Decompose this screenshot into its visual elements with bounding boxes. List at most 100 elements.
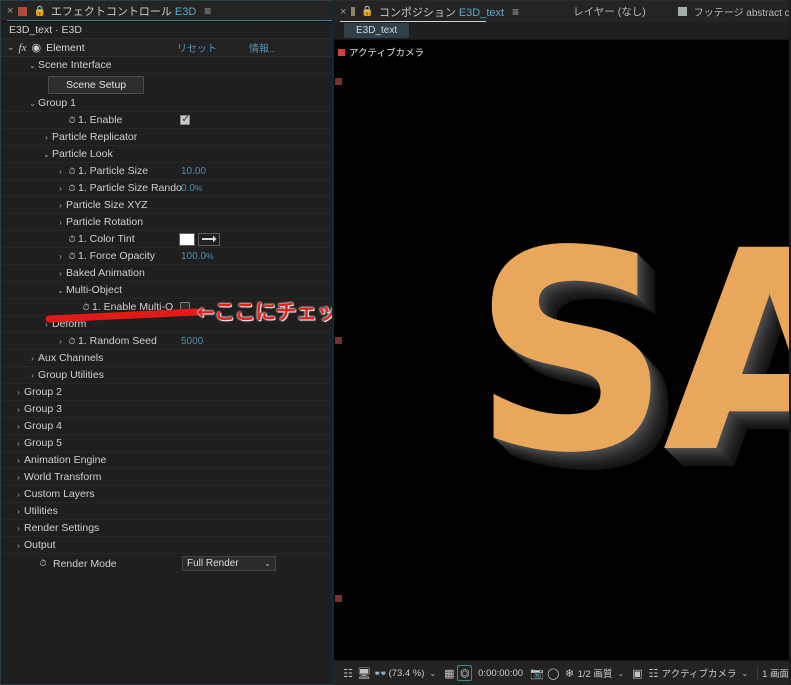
zoom-level[interactable]: (73.4 %) [389, 668, 425, 679]
chevron-right-icon[interactable]: › [27, 371, 38, 380]
property-row[interactable]: › Utilities [1, 503, 332, 520]
property-row[interactable]: › Animation Engine [1, 452, 332, 469]
stopwatch-icon[interactable]: ⏱ [66, 234, 78, 245]
view-layout-value[interactable]: 1 画面 [762, 666, 789, 680]
show-snapshot-icon[interactable]: ◯ [545, 664, 561, 683]
chevron-right-icon[interactable]: › [13, 490, 24, 499]
property-row[interactable]: › Group 2 [1, 384, 332, 401]
stopwatch-icon[interactable]: ⏱ [66, 166, 78, 177]
stopwatch-icon[interactable]: ⏱ [66, 183, 78, 194]
chevron-down-icon[interactable]: ⌄ [55, 286, 66, 295]
close-icon[interactable]: × [7, 5, 13, 17]
property-row[interactable]: › Group 4 [1, 418, 332, 435]
color-swatch[interactable] [179, 232, 195, 246]
property-row[interactable]: › Baked Animation [1, 265, 332, 282]
effect-controls-title[interactable]: エフェクトコントロール E3D [51, 3, 196, 19]
close-icon[interactable]: × [340, 6, 346, 18]
chevron-down-icon[interactable]: ⌄ [7, 42, 15, 53]
chevron-right-icon[interactable]: › [55, 218, 66, 227]
snapshot-icon[interactable]: 📷 [529, 664, 545, 683]
chevron-right-icon[interactable]: › [13, 388, 24, 397]
property-row[interactable]: ⏱ 1. Enable [1, 112, 332, 129]
comp-flowchart-icon[interactable]: ☷ [645, 664, 661, 683]
property-row[interactable]: › Output [1, 537, 332, 554]
layer-tab[interactable]: レイヤー (なし) [573, 4, 646, 19]
panel-menu-icon[interactable]: ≡ [512, 5, 519, 19]
region-of-interest-icon[interactable]: ⏣ [457, 665, 473, 681]
property-value[interactable]: 0.0% [181, 183, 202, 194]
channel-rgb-icon[interactable]: ❄ [561, 664, 577, 683]
stopwatch-icon[interactable]: ⏱ [37, 558, 49, 569]
property-row[interactable]: ⏱ 1. Color Tint [1, 231, 332, 248]
stopwatch-icon[interactable]: ⏱ [66, 251, 78, 262]
stopwatch-icon[interactable]: ⏱ [80, 302, 92, 313]
camera-view-value[interactable]: アクティブカメラ [662, 666, 737, 680]
scene-setup-button[interactable]: Scene Setup [48, 75, 145, 94]
reset-button[interactable]: リセット [177, 40, 217, 55]
chevron-right-icon[interactable]: › [13, 405, 24, 414]
property-row[interactable]: › Aux Channels [1, 350, 332, 367]
timecode[interactable]: 0:00:00:00 [478, 668, 523, 679]
eyedropper-icon[interactable] [198, 232, 220, 246]
chevron-right-icon[interactable]: › [55, 269, 66, 278]
transparency-grid-icon[interactable]: ▣ [629, 664, 645, 683]
chevron-down-icon[interactable]: ⌄ [617, 669, 624, 678]
monitor-icon[interactable]: 🖥 [356, 664, 372, 683]
viewport[interactable]: アクティブカメラ SA [334, 40, 789, 660]
footage-tab[interactable]: フッテージ abstract colorful powder flowing t… [694, 4, 789, 19]
property-row[interactable]: ⌄ Particle Look [1, 146, 332, 163]
chevron-right-icon[interactable]: › [55, 201, 66, 210]
chevron-right-icon[interactable]: › [13, 439, 24, 448]
chevron-right-icon[interactable]: › [55, 337, 66, 346]
chevron-right-icon[interactable]: › [13, 507, 24, 516]
chevron-down-icon[interactable]: ⌄ [41, 150, 52, 159]
chevron-right-icon[interactable]: › [13, 456, 24, 465]
property-value[interactable]: 100.0% [181, 251, 214, 262]
chevron-right-icon[interactable]: › [41, 320, 52, 329]
chevron-right-icon[interactable]: › [55, 252, 66, 261]
comp-subtab-e3d-text[interactable]: E3D_text [344, 23, 410, 38]
chevron-right-icon[interactable]: › [27, 354, 38, 363]
lock-icon[interactable]: 🔒 [33, 6, 45, 17]
render-mode-select[interactable]: Full Render ⌄ [182, 556, 276, 571]
property-row[interactable]: › Render Settings [1, 520, 332, 537]
stopwatch-icon[interactable]: ⏱ [66, 115, 78, 126]
grid-guides-icon[interactable]: ▦ [441, 664, 457, 683]
chevron-right-icon[interactable]: › [55, 167, 66, 176]
3d-glasses-icon[interactable]: 👓 [372, 664, 388, 683]
chevron-down-icon[interactable]: ⌄ [429, 669, 436, 678]
panel-menu-icon[interactable]: ≡ [204, 4, 211, 18]
chevron-down-icon[interactable]: ⌄ [742, 669, 749, 678]
resolution-value[interactable]: 1/2 画質 [578, 666, 613, 680]
about-button[interactable]: 情報.. [249, 40, 275, 55]
property-row[interactable]: ⌄ Scene Interface [1, 57, 332, 74]
composition-tab-title[interactable]: コンポジション E3D_text [379, 4, 504, 20]
property-checkbox[interactable] [180, 114, 190, 126]
property-row[interactable]: › Custom Layers [1, 486, 332, 503]
chevron-down-icon[interactable]: ⌄ [27, 61, 38, 70]
chevron-down-icon[interactable]: ⌄ [27, 99, 38, 108]
property-checkbox[interactable] [180, 302, 190, 312]
property-row[interactable]: ⌄ Group 1 [1, 95, 332, 112]
property-row[interactable]: › Particle Size XYZ [1, 197, 332, 214]
chevron-right-icon[interactable]: › [41, 133, 52, 142]
property-row[interactable]: › ⏱ 1. Random Seed 5000 [1, 333, 332, 350]
property-row[interactable]: › Particle Rotation [1, 214, 332, 231]
property-row[interactable]: › ⏱ 1. Particle Size 10.00 [1, 163, 332, 180]
always-preview-icon[interactable]: ☷ [340, 664, 356, 683]
property-value[interactable]: 5000 [181, 336, 203, 347]
effect-header-row[interactable]: ⌄ fx ◉ Element リセット 情報.. [1, 39, 332, 57]
property-value[interactable]: 10.00 [181, 166, 206, 177]
property-row[interactable]: › Group 3 [1, 401, 332, 418]
chevron-right-icon[interactable]: › [13, 524, 24, 533]
lock-icon[interactable]: 🔒 [361, 6, 373, 17]
property-row[interactable]: › Group Utilities [1, 367, 332, 384]
chevron-right-icon[interactable]: › [55, 184, 66, 193]
chevron-right-icon[interactable]: › [13, 541, 24, 550]
property-row[interactable]: › Particle Replicator [1, 129, 332, 146]
property-row[interactable]: › Group 5 [1, 435, 332, 452]
chevron-right-icon[interactable]: › [13, 473, 24, 482]
property-row[interactable]: › ⏱ 1. Force Opacity 100.0% [1, 248, 332, 265]
stopwatch-icon[interactable]: ⏱ [66, 336, 78, 347]
chevron-right-icon[interactable]: › [13, 422, 24, 431]
